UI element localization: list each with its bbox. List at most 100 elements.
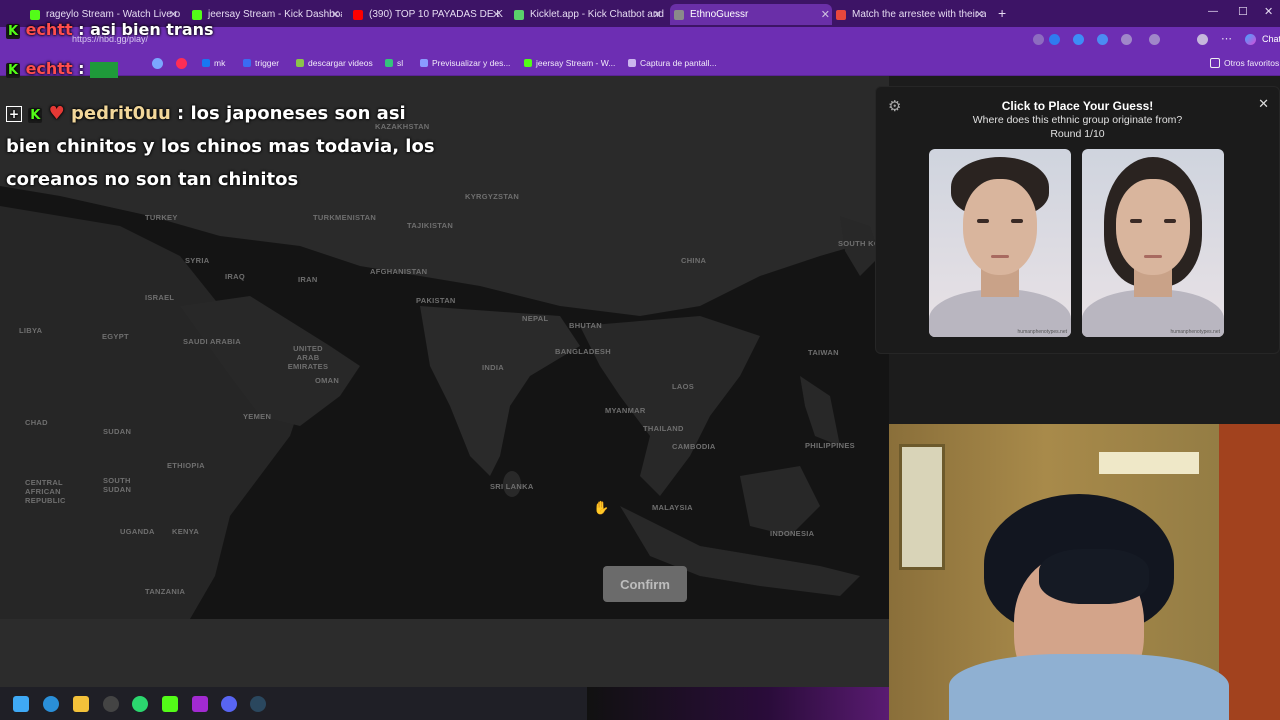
close-tab-icon[interactable]: ✕ (975, 8, 984, 21)
whatsapp-icon[interactable] (132, 696, 148, 712)
chat-message: + K ♥ pedrit0uu : los japoneses son asi … (6, 103, 435, 190)
pencil-icon (628, 59, 636, 67)
bookmark-previsualizar[interactable]: Previsualizar y des... (420, 58, 510, 68)
map-label: KYRGYZSTAN (465, 192, 520, 201)
map-label: CAMBODIA (672, 442, 716, 451)
map-label: THAILAND (643, 424, 684, 433)
rp-icon (420, 59, 428, 67)
tab-label: Match the arrestee with their alleg (852, 9, 986, 20)
map-label: MALAYSIA (652, 503, 693, 512)
chat-message: K echtt : asi bien trans (6, 20, 214, 39)
map-label: CHINA (681, 256, 707, 265)
tab-3[interactable]: Kicklet.app - Kick Chatbot and Ov ✕ (514, 4, 664, 25)
tab-1[interactable]: jeersay Stream - Kick Dashboard ✕ (192, 4, 342, 25)
map-label: OMAN (315, 376, 340, 385)
map-label: UGANDA (120, 527, 155, 536)
profile-avatar[interactable] (1197, 34, 1208, 45)
map-label: IRAQ (225, 272, 245, 281)
taskbar-wallpaper (587, 687, 889, 720)
trigger-icon (243, 59, 251, 67)
map-label: BHUTAN (569, 321, 602, 330)
panel-title: Click to Place Your Guess! (1001, 99, 1154, 113)
close-tab-icon[interactable]: ✕ (653, 8, 662, 21)
folder-icon (1210, 58, 1220, 68)
maximize-icon[interactable]: ☐ (1238, 5, 1248, 18)
windows-start-icon[interactable] (13, 696, 29, 712)
tab-2[interactable]: (390) TOP 10 PAYADAS DE KANYE ✕ (353, 4, 503, 25)
map-label: TAIWAN (808, 348, 839, 357)
copilot-icon[interactable] (1245, 34, 1256, 45)
map-label: EGYPT (102, 332, 129, 341)
map-label: SYRIA (185, 256, 210, 265)
minimize-icon[interactable]: — (1208, 6, 1218, 17)
bookmark-jeersay[interactable]: jeersay Stream - W... (524, 58, 615, 68)
new-tab-button[interactable]: + (998, 5, 1006, 21)
bookmark-icon[interactable] (152, 58, 163, 69)
bookmark-icon[interactable] (176, 58, 187, 69)
kick-badge-icon: K (28, 108, 43, 123)
map-label: BANGLADESH (555, 347, 611, 356)
emote-icon (90, 61, 119, 78)
kicklet-icon (514, 9, 524, 20)
facebook-icon (202, 59, 210, 67)
extension-icon[interactable] (1049, 34, 1060, 45)
bookmark-mk[interactable]: mk (202, 58, 225, 68)
map-label: LAOS (672, 382, 695, 391)
app-icon[interactable] (192, 696, 208, 712)
chat-message: K echtt : (6, 59, 119, 78)
bookmark-trigger[interactable]: trigger (243, 58, 279, 68)
map-label: KENYA (172, 527, 200, 536)
map-label: ISRAEL (145, 293, 175, 302)
kick-icon (524, 59, 532, 67)
tab-label: EthnoGuessr (690, 9, 749, 20)
extension-icon[interactable] (1121, 34, 1132, 45)
map-label: TURKMENISTAN (313, 213, 377, 222)
chat-username: echtt (25, 20, 73, 39)
edge-icon[interactable] (43, 696, 59, 712)
extension-icon[interactable] (1073, 34, 1084, 45)
bookmark-sl[interactable]: sl (385, 58, 403, 68)
watermark: humanphenotypes.net (1017, 329, 1067, 335)
panel-subtitle: Where does this ethnic group originate f… (972, 114, 1183, 126)
map-label: YEMEN (243, 412, 272, 421)
bookmark-captura[interactable]: Captura de pantall... (628, 58, 717, 68)
webcam-feed (889, 424, 1280, 720)
star-icon[interactable] (1025, 34, 1036, 45)
map-label: CENTRAL AFRICAN REPUBLIC (25, 478, 66, 505)
close-tab-icon[interactable]: ✕ (821, 8, 830, 21)
download-icon (296, 59, 304, 67)
tab-5[interactable]: Match the arrestee with their alleg ✕ (836, 4, 986, 25)
guess-panel: ⚙ ✕ Click to Place Your Guess! Where doe… (875, 86, 1280, 354)
close-window-icon[interactable]: ✕ (1264, 5, 1273, 18)
confirm-button[interactable]: Confirm (603, 566, 687, 602)
chat-label[interactable]: Chat (1262, 34, 1280, 44)
tab-4[interactable]: EthnoGuessr ✕ (670, 4, 832, 25)
tab-label: Kicklet.app - Kick Chatbot and Ov (530, 9, 664, 20)
steam-icon[interactable] (250, 696, 266, 712)
extension-icon[interactable] (1097, 34, 1108, 45)
close-tab-icon[interactable]: ✕ (492, 8, 501, 21)
map-label: MYANMAR (605, 406, 646, 415)
tab-label: (390) TOP 10 PAYADAS DE KANYE (369, 9, 503, 20)
obs-icon[interactable] (103, 696, 119, 712)
discord-icon[interactable] (221, 696, 237, 712)
menu-icon[interactable]: ⋯ (1221, 32, 1232, 45)
bookmark-descargar[interactable]: descargar videos (296, 58, 373, 68)
folder-icon[interactable] (73, 696, 89, 712)
youtube-icon (353, 9, 363, 20)
kick-icon[interactable] (162, 696, 178, 712)
close-tab-icon[interactable]: ✕ (331, 8, 340, 21)
map-label: INDONESIA (770, 529, 815, 538)
bookmark-otros[interactable]: Otros favoritos (1210, 58, 1279, 68)
face-image-male: humanphenotypes.net (929, 149, 1071, 337)
map-label: SUDAN (103, 427, 132, 436)
sl-icon (385, 59, 393, 67)
map-footer (0, 619, 889, 687)
map-label: PHILIPPINES (805, 441, 855, 450)
plus-badge-icon: + (6, 106, 22, 122)
map-label: INDIA (482, 363, 504, 372)
tab-label: jeersay Stream - Kick Dashboard (208, 9, 342, 20)
bookmarks-bar: mk trigger descargar videos sl Previsual… (0, 52, 1280, 76)
extension-icon[interactable] (1149, 34, 1160, 45)
map-label: TANZANIA (145, 587, 186, 596)
